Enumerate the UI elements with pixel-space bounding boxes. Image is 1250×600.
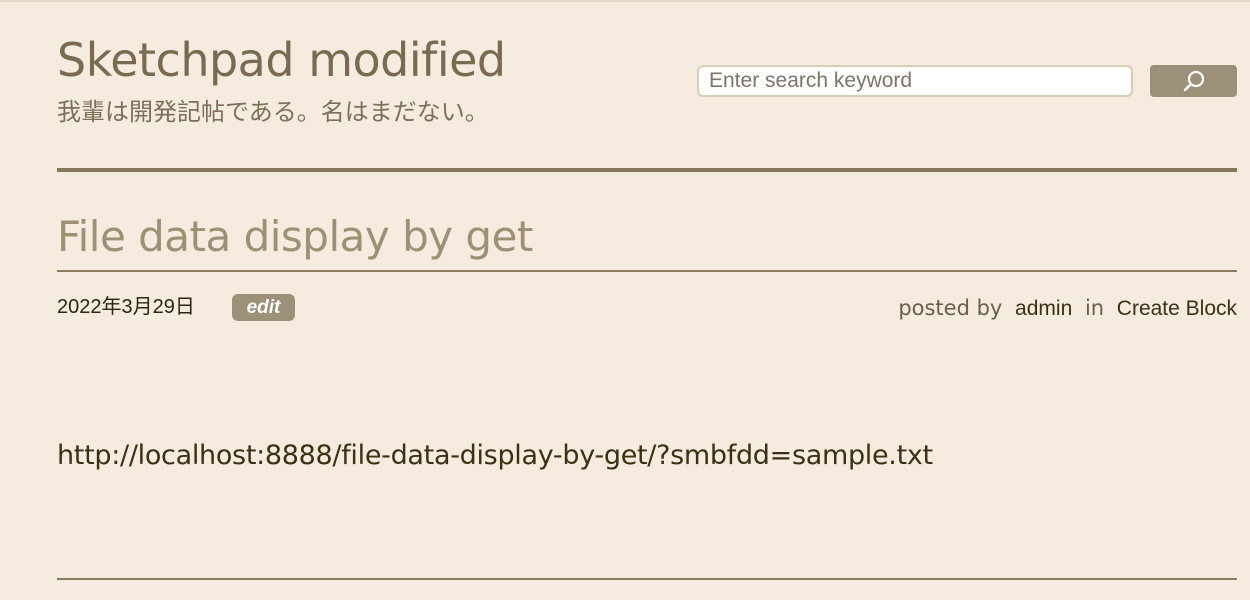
search-input[interactable] — [697, 65, 1133, 97]
site-description: 我輩は開発記帖である。名はまだない。 — [57, 98, 489, 126]
search-button[interactable] — [1150, 65, 1237, 97]
top-border — [0, 0, 1250, 2]
title-divider — [57, 270, 1237, 272]
edit-button[interactable]: edit — [232, 294, 295, 321]
post-title[interactable]: File data display by get — [57, 210, 533, 264]
header-divider — [57, 168, 1237, 172]
content-divider — [57, 578, 1237, 580]
search-icon — [1183, 70, 1205, 92]
author-link[interactable]: admin — [1015, 297, 1072, 320]
posted-by-label: posted by — [898, 296, 1003, 320]
post-date: 2022年3月29日 — [57, 296, 195, 318]
page: Sketchpad modified 我輩は開発記帖である。名はまだない。 Fi… — [0, 0, 1250, 600]
post-meta: posted by admin in Create Block — [898, 294, 1237, 323]
category-link[interactable]: Create Block — [1117, 297, 1237, 320]
in-label: in — [1084, 296, 1105, 320]
post-content: http://localhost:8888/file-data-display-… — [57, 440, 933, 471]
site-title[interactable]: Sketchpad modified — [57, 30, 506, 90]
